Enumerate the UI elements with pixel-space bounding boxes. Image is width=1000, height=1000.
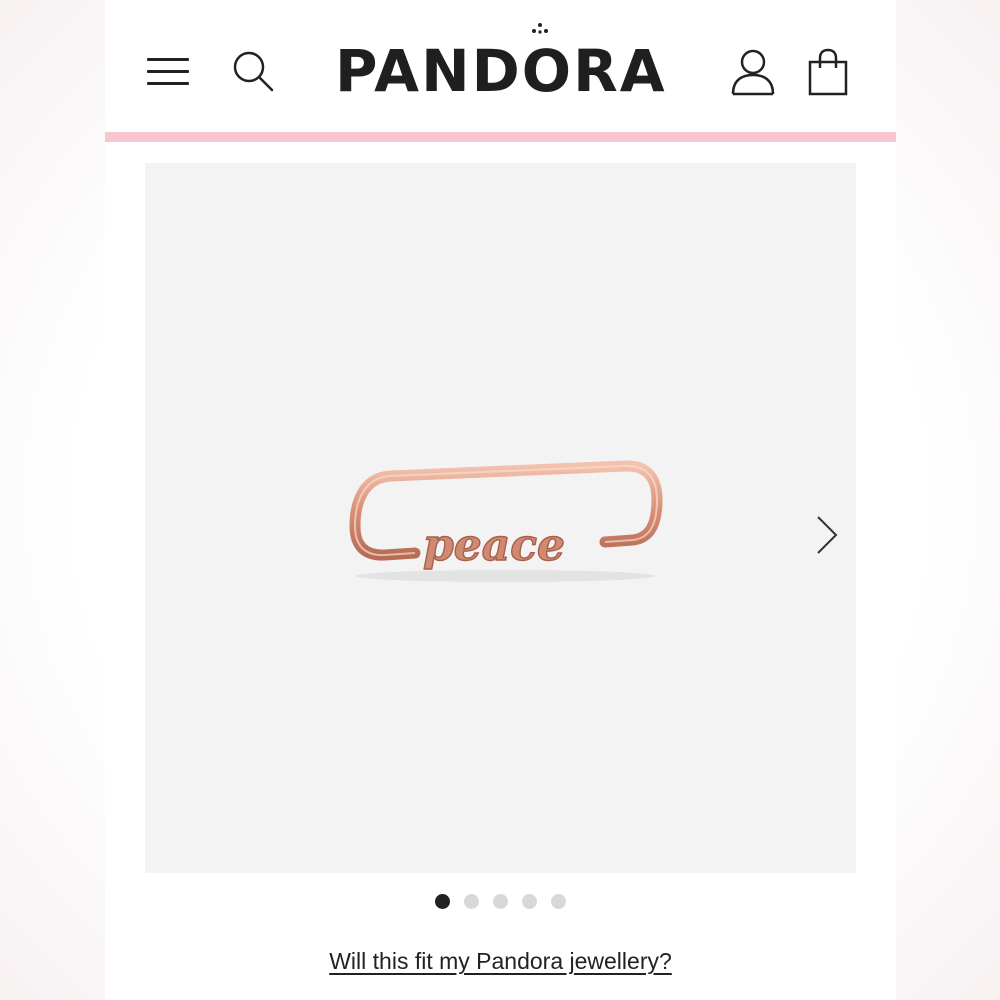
next-slide-arrow-icon[interactable] bbox=[810, 513, 840, 557]
search-icon[interactable] bbox=[231, 49, 275, 93]
shopping-bag-icon[interactable] bbox=[807, 48, 849, 96]
header: PANDORA bbox=[105, 0, 896, 132]
accent-divider bbox=[105, 132, 896, 142]
fit-compatibility-link[interactable]: Will this fit my Pandora jewellery? bbox=[105, 948, 896, 975]
carousel-dot-3[interactable] bbox=[493, 894, 508, 909]
carousel-pagination bbox=[435, 893, 575, 911]
brand-logo[interactable]: PANDORA bbox=[335, 36, 665, 106]
carousel-dot-2[interactable] bbox=[464, 894, 479, 909]
menu-icon[interactable] bbox=[147, 56, 189, 86]
carousel-dot-4[interactable] bbox=[522, 894, 537, 909]
account-icon[interactable] bbox=[730, 48, 776, 96]
carousel-dot-1[interactable] bbox=[435, 894, 450, 909]
page: PANDORA peace Will this fit my Pandora j… bbox=[105, 0, 896, 1000]
product-image: peace bbox=[349, 460, 663, 582]
carousel-dot-5[interactable] bbox=[551, 894, 566, 909]
engraving-text: peace bbox=[423, 520, 565, 571]
product-image-carousel[interactable]: peace bbox=[145, 163, 856, 873]
